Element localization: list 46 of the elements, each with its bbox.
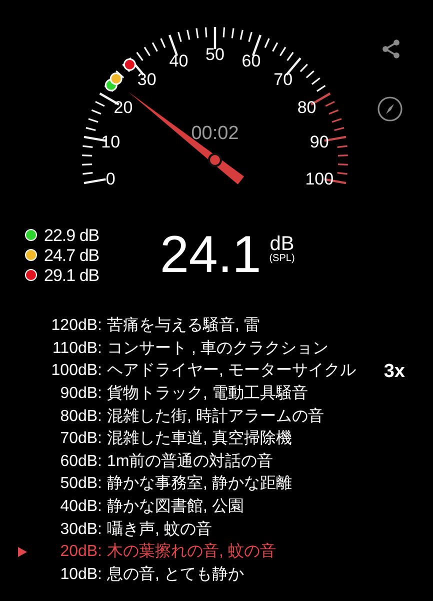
compass-icon[interactable]	[377, 96, 403, 122]
scale-description: 苦痛を与える騒音, 雷	[107, 316, 260, 336]
scale-description: 混雑した街, 時計アラームの音	[107, 406, 324, 427]
scale-level: 100dB:	[50, 361, 102, 382]
scale-description: 静かな図書館, 公園	[107, 496, 244, 518]
scale-level: 60dB:	[59, 452, 102, 472]
scale-level: 30dB:	[59, 520, 102, 540]
gauge-label: 20	[114, 98, 133, 117]
gauge-label: 30	[137, 70, 156, 89]
scale-level: 20dB:	[59, 542, 102, 562]
marker-reading: 22.9 dB	[44, 226, 100, 244]
marker-reading: 24.7 dB	[44, 246, 100, 264]
scale-level: 70dB:	[59, 429, 102, 450]
scale-level: 120dB:	[50, 316, 102, 336]
share-icon[interactable]	[380, 38, 402, 60]
gauge-label: 80	[297, 98, 316, 117]
gauge-label: 60	[242, 51, 261, 70]
gauge-label: 40	[169, 51, 188, 70]
gauge-label: 50	[206, 45, 224, 64]
scale-description: 1m前の普通の対話の音	[107, 451, 274, 472]
scale-level: 110dB:	[51, 338, 102, 359]
scale-description: 木の葉擦れの音, 蚊の音	[107, 542, 276, 562]
scale-description: 貨物トラック, 電動工具騒音	[107, 384, 308, 404]
current-level: 24.1	[160, 229, 262, 281]
scale-description: ヘアドライヤー, モーターサイクル	[107, 361, 356, 382]
gauge-label: 10	[101, 132, 120, 152]
timer: 00:02	[191, 123, 239, 144]
pointer-icon	[18, 547, 26, 558]
scale-level: 10dB:	[59, 564, 102, 585]
zoom-label: 3x	[384, 362, 405, 384]
scale-level: 50dB:	[59, 474, 102, 494]
scale-description: 息の音, とても静か	[107, 564, 244, 585]
gauge-label: 90	[310, 132, 329, 152]
gauge-label: 0	[106, 169, 116, 188]
scale-level: 90dB:	[59, 384, 102, 404]
gauge-label: 70	[274, 70, 293, 89]
unit-label: dB	[270, 234, 294, 254]
unit-sub-label: (SPL)	[269, 254, 295, 264]
scale-level: 40dB:	[59, 497, 102, 518]
scale-description: 静かな事務室, 静かな距離	[107, 474, 292, 494]
scale-level: 80dB:	[59, 406, 102, 427]
scale-description: 混雑した車道, 真空掃除機	[107, 428, 292, 450]
scale-description: コンサート , 車のクラクション	[107, 338, 328, 359]
marker-reading: 29.1 dB	[44, 266, 100, 284]
gauge-label: 100	[305, 169, 334, 188]
scale-description: 囁き声, 蚊の音	[107, 520, 212, 540]
